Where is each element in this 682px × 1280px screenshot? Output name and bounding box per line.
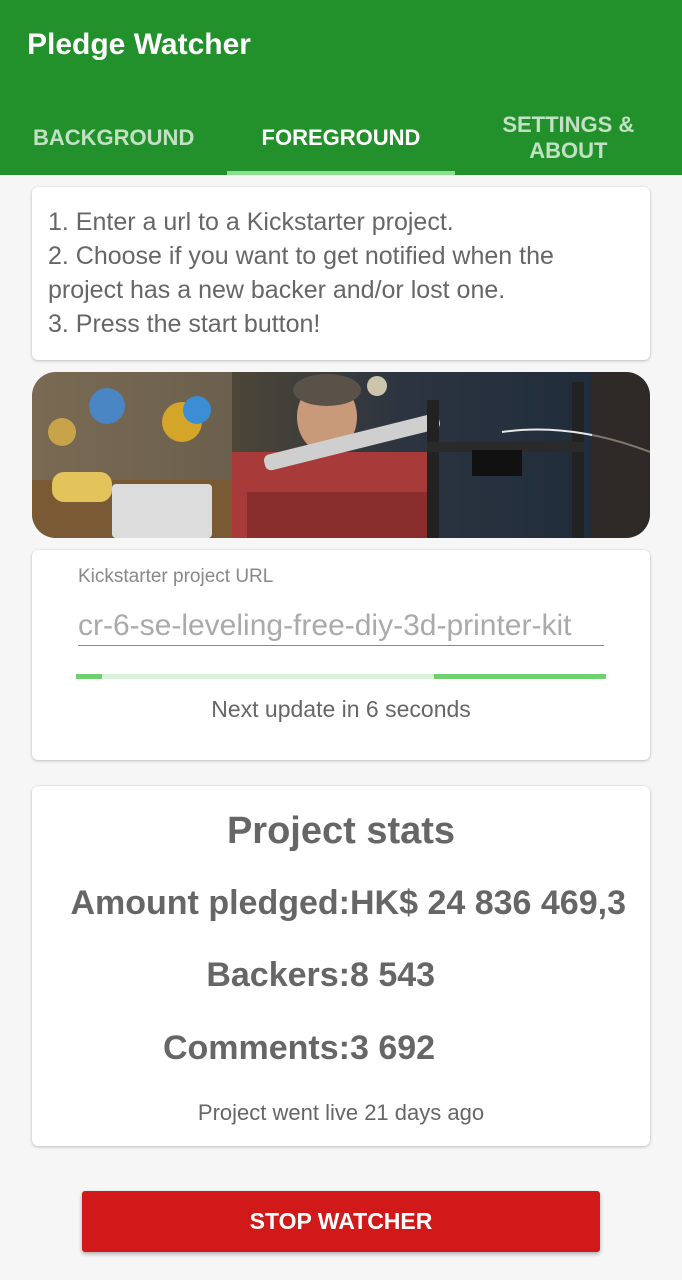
app-title: Pledge Watcher: [27, 28, 251, 61]
tab-background[interactable]: BACKGROUND: [0, 100, 227, 175]
tab-foreground[interactable]: FOREGROUND: [227, 100, 455, 175]
amount-pledged-label: Amount pledged:: [70, 884, 350, 922]
stop-watcher-button[interactable]: STOP WATCHER: [82, 1191, 600, 1252]
backers-value: 8 543: [350, 956, 436, 994]
project-stats-card: Project stats Amount pledged: HK$ 24 836…: [32, 786, 650, 1146]
url-input[interactable]: [78, 606, 604, 646]
comments-value: 3 692: [350, 1029, 436, 1067]
app-bar: Pledge Watcher BACKGROUND FOREGROUND SET…: [0, 0, 682, 175]
tab-settings-about[interactable]: SETTINGS & ABOUT: [455, 100, 682, 175]
instruction-step-3: 3. Press the start button!: [48, 310, 321, 338]
backers-label: Backers:: [206, 956, 350, 994]
stat-backers: Backers: 8 543: [32, 956, 650, 1000]
next-update-text: Next update in 6 seconds: [211, 696, 471, 722]
progress-segment-start: [76, 674, 102, 679]
comments-label: Comments:: [162, 1029, 350, 1067]
instruction-step-1: 1. Enter a url to a Kickstarter project.: [48, 208, 454, 236]
instructions-card: 1. Enter a url to a Kickstarter project.…: [32, 187, 650, 360]
url-card: Kickstarter project URL Next update in 6…: [32, 550, 650, 760]
update-progress-bar: [76, 674, 606, 679]
amount-pledged-value: HK$ 24 836 469,3: [350, 884, 626, 922]
tab-bar: BACKGROUND FOREGROUND SETTINGS & ABOUT: [0, 100, 682, 175]
stat-comments: Comments: 3 692: [32, 1029, 650, 1073]
instruction-step-2: 2. Choose if you want to get notified wh…: [48, 242, 554, 304]
stat-amount-pledged: Amount pledged: HK$ 24 836 469,3: [32, 884, 650, 928]
project-live-text: Project went live 21 days ago: [197, 1100, 485, 1125]
url-field-label: Kickstarter project URL: [78, 566, 274, 587]
project-banner-image: [32, 372, 650, 538]
banner-illustration: [32, 372, 650, 538]
stats-title: Project stats: [226, 810, 456, 852]
progress-segment-end: [434, 674, 606, 679]
